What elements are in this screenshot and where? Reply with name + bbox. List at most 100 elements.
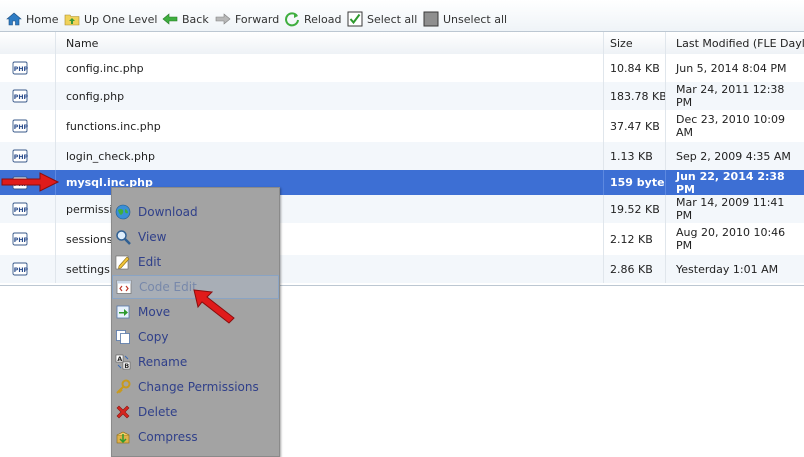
reload-icon <box>284 11 300 27</box>
menu-item-view[interactable]: View <box>112 225 279 249</box>
svg-text:PHP: PHP <box>14 154 28 161</box>
forward-label: Forward <box>235 12 280 26</box>
forward-button[interactable]: Forward <box>215 9 279 29</box>
menu-label-download: Download <box>138 205 198 219</box>
svg-text:PHP: PHP <box>14 94 28 101</box>
row-last-modified-cell: Mar 24, 2011 12:38 PM <box>666 82 804 110</box>
row-last-modified: Jun 22, 2014 2:38 PM <box>676 170 785 195</box>
up-one-level-button[interactable]: Up One Level <box>64 9 157 29</box>
delete-x-icon <box>115 404 131 420</box>
unselect-all-button[interactable]: Unselect all <box>423 9 507 29</box>
row-last-modified-cell: Sep 2, 2009 4:35 AM <box>666 142 804 170</box>
table-row[interactable]: PHP login_check.php 1.13 KB Sep 2, 2009 4:3… <box>0 142 804 170</box>
row-last-modified: Sep 2, 2009 4:35 AM <box>676 149 791 163</box>
header-name[interactable]: Name <box>56 32 604 54</box>
home-label: Home <box>26 12 59 26</box>
row-last-modified: Mar 24, 2011 12:38 PM <box>676 83 785 109</box>
php-file-icon: PHP <box>12 118 28 134</box>
menu-item-copy[interactable]: Copy <box>112 325 279 349</box>
php-file-icon: PHP <box>12 261 28 277</box>
pencil-icon <box>115 254 131 270</box>
row-last-modified-cell: Mar 14, 2009 11:41 PM <box>666 195 804 223</box>
table-row[interactable]: PHP functions.inc.php 37.47 KB Dec 23, 2010… <box>0 110 804 142</box>
menu-label-change-permissions: Change Permissions <box>138 380 259 394</box>
forward-arrow-icon <box>215 11 231 27</box>
rename-icon: AB <box>115 354 131 370</box>
php-file-icon: PHP <box>12 201 28 217</box>
php-file-icon: PHP <box>12 88 28 104</box>
reload-label: Reload <box>304 12 342 26</box>
red-arrow-pointing-code-edit-icon <box>193 289 235 324</box>
unselect-all-label: Unselect all <box>443 12 508 26</box>
php-file-icon: PHP <box>12 231 28 247</box>
folder-up-icon <box>64 11 80 27</box>
menu-label-compress: Compress <box>138 430 198 444</box>
row-last-modified-cell: Yesterday 1:01 AM <box>666 255 804 283</box>
move-icon <box>115 304 131 320</box>
toolbar: Home Up One Level Back Forward Reload Se… <box>0 0 804 34</box>
row-file-size: 37.47 KB <box>604 110 666 142</box>
menu-label-view: View <box>138 230 167 244</box>
row-last-modified: Aug 20, 2010 10:46 PM <box>676 226 786 252</box>
svg-text:PHP: PHP <box>14 207 28 214</box>
menu-label-move: Move <box>138 305 171 319</box>
menu-label-code-edit: Code Edit <box>139 280 197 294</box>
back-arrow-icon <box>162 11 178 27</box>
checkbox-checked-icon <box>347 11 363 27</box>
code-icon <box>116 279 132 295</box>
row-file-name[interactable]: functions.inc.php <box>56 110 604 142</box>
header-size[interactable]: Size <box>604 32 666 54</box>
svg-text:B: B <box>124 362 129 370</box>
table-row[interactable]: PHP config.inc.php 10.84 KB Jun 5, 2014 8:0… <box>0 54 804 82</box>
row-file-name[interactable]: config.inc.php <box>56 54 604 82</box>
home-icon <box>6 11 22 27</box>
menu-item-compress[interactable]: Compress <box>112 425 279 449</box>
menu-label-edit: Edit <box>138 255 162 269</box>
home-button[interactable]: Home <box>6 9 58 29</box>
menu-label-delete: Delete <box>138 405 178 419</box>
svg-text:A: A <box>117 355 122 363</box>
php-file-icon: PHP <box>12 148 28 164</box>
row-icon-cell: PHP <box>0 142 56 170</box>
row-last-modified-cell: Jun 5, 2014 8:04 PM <box>666 54 804 82</box>
copy-icon <box>115 329 131 345</box>
menu-item-change-permissions[interactable]: Change Permissions <box>112 375 279 399</box>
back-label: Back <box>182 12 209 26</box>
checkbox-empty-icon <box>423 11 439 27</box>
table-header: Name Size Last Modified (FLE Dayligh <box>0 32 804 55</box>
header-last-modified[interactable]: Last Modified (FLE Dayligh <box>666 32 804 54</box>
row-file-size: 183.78 KB <box>604 82 666 110</box>
row-file-size: 10.84 KB <box>604 54 666 82</box>
menu-label-rename: Rename <box>138 355 188 369</box>
row-file-size: 2.86 KB <box>604 255 666 283</box>
row-file-name[interactable]: config.php <box>56 82 604 110</box>
back-button[interactable]: Back <box>162 9 209 29</box>
download-globe-icon <box>115 204 131 220</box>
row-last-modified-cell: Aug 20, 2010 10:46 PM <box>666 223 804 255</box>
key-icon <box>115 379 131 395</box>
row-last-modified: Mar 14, 2009 11:41 PM <box>676 196 785 222</box>
table-row[interactable]: PHP config.php 183.78 KB Mar 24, 2011 12:38… <box>0 82 804 110</box>
header-icon-column[interactable] <box>0 32 56 54</box>
svg-text:PHP: PHP <box>14 66 28 73</box>
row-file-size: 1.13 KB <box>604 142 666 170</box>
menu-item-edit[interactable]: Edit <box>112 250 279 274</box>
red-arrow-pointing-row-icon <box>1 172 60 192</box>
row-icon-cell: PHP <box>0 82 56 110</box>
compress-icon <box>115 429 131 445</box>
up-one-level-label: Up One Level <box>84 12 158 26</box>
row-icon-cell: PHP <box>0 110 56 142</box>
menu-item-delete[interactable]: Delete <box>112 400 279 424</box>
row-last-modified-cell: Dec 23, 2010 10:09 AM <box>666 110 804 142</box>
row-last-modified-cell: Jun 22, 2014 2:38 PM <box>666 170 804 195</box>
reload-button[interactable]: Reload <box>284 9 341 29</box>
menu-item-download[interactable]: Download <box>112 200 279 224</box>
row-file-name[interactable]: login_check.php <box>56 142 604 170</box>
row-last-modified: Dec 23, 2010 10:09 AM <box>676 113 785 139</box>
menu-item-rename[interactable]: AB Rename <box>112 350 279 374</box>
row-icon-cell: PHP <box>0 223 56 255</box>
svg-text:PHP: PHP <box>14 237 28 244</box>
menu-label-copy: Copy <box>138 330 169 344</box>
row-icon-cell: PHP <box>0 54 56 82</box>
select-all-button[interactable]: Select all <box>347 9 417 29</box>
